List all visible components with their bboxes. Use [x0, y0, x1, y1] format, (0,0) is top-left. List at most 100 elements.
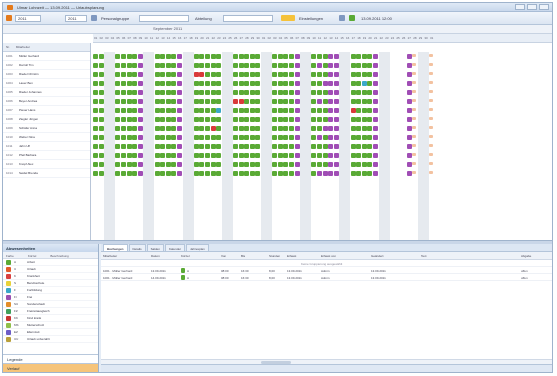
schedule-cell[interactable] [205, 135, 210, 140]
schedule-cell[interactable] [255, 144, 261, 149]
schedule-cell[interactable] [115, 144, 121, 149]
schedule-cell[interactable] [238, 171, 244, 176]
schedule-cell[interactable] [249, 54, 255, 59]
schedule-cell[interactable] [177, 90, 182, 95]
schedule-cell[interactable] [199, 63, 205, 68]
schedule-cell[interactable] [154, 126, 160, 131]
schedule-cell[interactable] [412, 54, 417, 57]
schedule-cell[interactable] [93, 54, 98, 59]
schedule-cell[interactable] [373, 81, 378, 86]
schedule-cell[interactable] [137, 171, 143, 176]
schedule-cell[interactable] [154, 99, 160, 104]
close-button[interactable] [539, 4, 549, 10]
schedule-cell[interactable] [283, 153, 289, 158]
schedule-cell[interactable] [429, 81, 433, 84]
schedule-cell[interactable] [193, 126, 199, 131]
schedule-cell[interactable] [289, 171, 294, 176]
schedule-cell[interactable] [233, 126, 238, 131]
schedule-cell[interactable] [238, 117, 244, 122]
schedule-cell[interactable] [171, 117, 177, 122]
schedule-cell[interactable] [165, 81, 171, 86]
schedule-cell[interactable] [93, 108, 98, 113]
schedule-cell[interactable] [199, 144, 205, 149]
schedule-cell[interactable] [171, 126, 177, 131]
schedule-cell[interactable] [350, 63, 356, 68]
schedule-cell[interactable] [367, 108, 373, 113]
schedule-cell[interactable] [210, 126, 216, 131]
schedule-cell[interactable] [193, 72, 199, 77]
schedule-cell[interactable] [356, 72, 362, 77]
schedule-cell[interactable] [216, 144, 222, 149]
highlight-button[interactable] [281, 15, 295, 21]
schedule-cell[interactable] [121, 126, 126, 131]
legend-item[interactable]: SU Sonderurlaub [3, 301, 98, 308]
schedule-cell[interactable] [373, 117, 378, 122]
schedule-cell[interactable] [238, 81, 244, 86]
schedule-cell[interactable] [255, 171, 261, 176]
schedule-cell[interactable] [373, 108, 378, 113]
schedule-cell[interactable] [373, 162, 378, 167]
schedule-cell[interactable] [406, 90, 412, 95]
schedule-cell[interactable] [294, 135, 300, 140]
schedule-cell[interactable] [216, 99, 222, 104]
column-header[interactable]: Von [221, 254, 226, 258]
schedule-cell[interactable] [121, 90, 126, 95]
schedule-cell[interactable] [328, 72, 334, 77]
schedule-cell[interactable] [272, 153, 278, 158]
schedule-cell[interactable] [317, 153, 322, 158]
schedule-cell[interactable] [429, 144, 433, 147]
schedule-cell[interactable] [171, 153, 177, 158]
schedule-cell[interactable] [233, 99, 238, 104]
schedule-cell[interactable] [373, 144, 378, 149]
schedule-cell[interactable] [160, 135, 166, 140]
employee-row[interactable]: 1007 Pieser Hans [3, 106, 90, 115]
detail-tab[interactable]: Salden [146, 244, 165, 251]
schedule-cell[interactable] [205, 153, 210, 158]
schedule-cell[interactable] [126, 90, 132, 95]
schedule-cell[interactable] [199, 90, 205, 95]
schedule-cell[interactable] [177, 54, 182, 59]
schedule-cell[interactable] [367, 81, 373, 86]
schedule-cell[interactable] [328, 63, 334, 68]
schedule-cell[interactable] [244, 54, 250, 59]
schedule-cell[interactable] [165, 153, 171, 158]
schedule-cell[interactable] [171, 108, 177, 113]
schedule-cell[interactable] [255, 54, 261, 59]
schedule-cell[interactable] [255, 99, 261, 104]
schedule-cell[interactable] [98, 54, 104, 59]
schedule-cell[interactable] [154, 153, 160, 158]
schedule-cell[interactable] [121, 72, 126, 77]
schedule-cell[interactable] [333, 171, 339, 176]
schedule-cell[interactable] [132, 63, 138, 68]
schedule-cell[interactable] [412, 144, 417, 147]
schedule-cell[interactable] [205, 54, 210, 59]
schedule-cell[interactable] [283, 135, 289, 140]
schedule-cell[interactable] [333, 81, 339, 86]
schedule-cell[interactable] [115, 90, 121, 95]
schedule-cell[interactable] [93, 72, 98, 77]
schedule-cell[interactable] [249, 72, 255, 77]
schedule-cell[interactable] [322, 99, 328, 104]
legend-item[interactable]: EZ Elternzeit [3, 329, 98, 336]
schedule-cell[interactable] [205, 144, 210, 149]
schedule-cell[interactable] [121, 117, 126, 122]
schedule-cell[interactable] [177, 108, 182, 113]
schedule-cell[interactable] [216, 135, 222, 140]
schedule-cell[interactable] [171, 81, 177, 86]
schedule-cell[interactable] [350, 90, 356, 95]
schedule-cell[interactable] [356, 108, 362, 113]
schedule-cell[interactable] [160, 117, 166, 122]
schedule-cell[interactable] [317, 63, 322, 68]
schedule-cell[interactable] [294, 99, 300, 104]
schedule-cell[interactable] [406, 153, 412, 158]
schedule-cell[interactable] [193, 162, 199, 167]
schedule-cell[interactable] [199, 117, 205, 122]
schedule-cell[interactable] [165, 54, 171, 59]
group-select[interactable] [139, 15, 189, 22]
schedule-cell[interactable] [322, 162, 328, 167]
schedule-cell[interactable] [333, 72, 339, 77]
schedule-cell[interactable] [210, 108, 216, 113]
schedule-cell[interactable] [429, 108, 433, 111]
schedule-cell[interactable] [322, 171, 328, 176]
schedule-cell[interactable] [333, 90, 339, 95]
